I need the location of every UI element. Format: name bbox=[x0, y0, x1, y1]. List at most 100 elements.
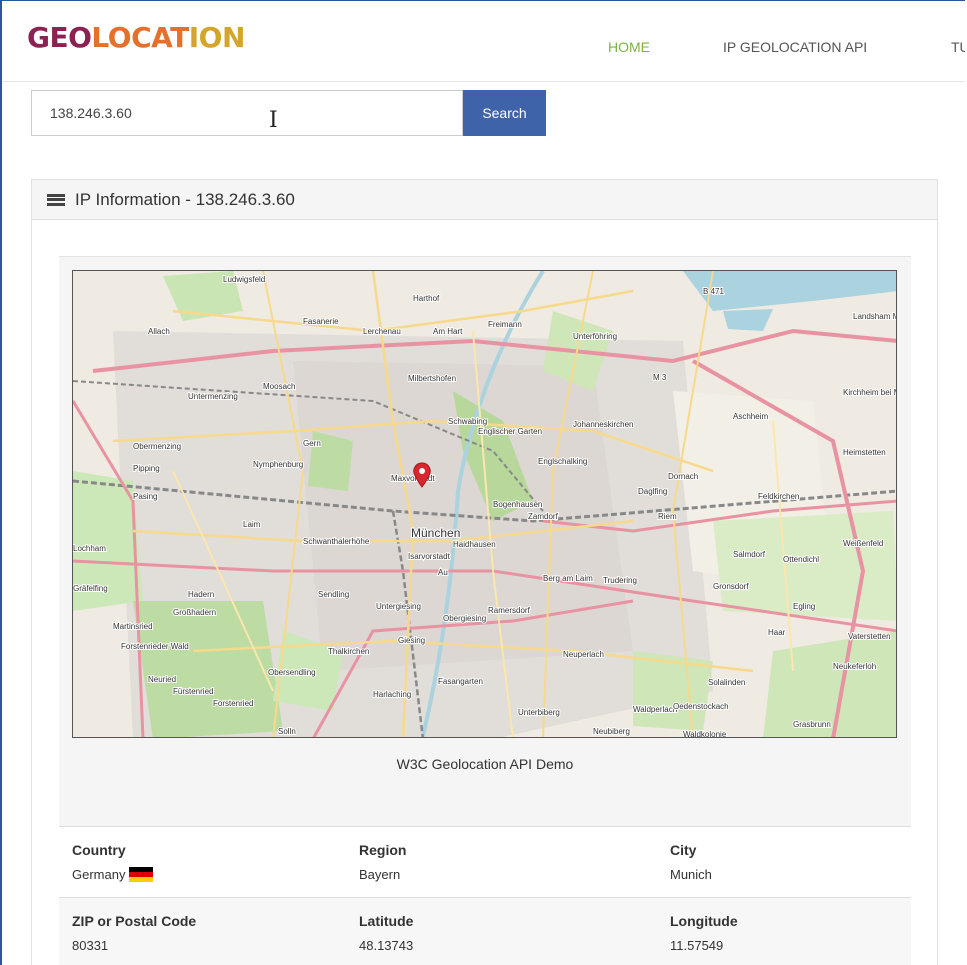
map-place-label: Fasangarten bbox=[438, 677, 483, 686]
map-place-label: Obersendling bbox=[268, 668, 316, 677]
browser-viewport: GEOLOCATION HOME IP GEOLOCATION API TU 1… bbox=[0, 0, 965, 965]
info-row-coordinates: ZIP or Postal Code 80331 Latitude 48.137… bbox=[59, 897, 911, 965]
location-map[interactable]: Ludwigsfeld Harthof Fasanerie Lerchenau Am H… bbox=[72, 270, 897, 738]
country-cell: Country Germany bbox=[72, 842, 154, 882]
map-place-label: Solalinden bbox=[708, 678, 745, 687]
map-place-label: Feldkirchen bbox=[758, 492, 799, 501]
map-place-label: Thalkirchen bbox=[328, 647, 369, 656]
map-place-label: Schwanthalerhöhe bbox=[303, 537, 370, 546]
nav-ip-geolocation-api[interactable]: IP GEOLOCATION API bbox=[723, 39, 867, 55]
map-place-label: Lerchenau bbox=[363, 327, 401, 336]
map-canvas[interactable]: Ludwigsfeld Harthof Fasanerie Lerchenau Am H… bbox=[73, 271, 897, 738]
map-place-label: Pipping bbox=[133, 464, 160, 473]
map-place-label: Harthof bbox=[413, 294, 440, 303]
map-place-label: Haar bbox=[768, 628, 786, 637]
map-place-label: Bogenhausen bbox=[493, 500, 542, 509]
map-place-label: Solln bbox=[278, 727, 296, 736]
map-place-label: Grasbrunn bbox=[793, 720, 831, 729]
map-place-label: Aschheim bbox=[733, 412, 768, 421]
map-place-label: Egling bbox=[793, 602, 815, 611]
map-place-label: Heimstetten bbox=[843, 448, 886, 457]
map-place-label: Obermenzing bbox=[133, 442, 181, 451]
city-cell: City Munich bbox=[670, 842, 712, 882]
nav-home[interactable]: HOME bbox=[608, 39, 650, 55]
latitude-cell: Latitude 48.13743 bbox=[359, 913, 414, 953]
ip-information-panel: IP Information - 138.246.3.60 Ludwigsfel… bbox=[31, 179, 938, 965]
map-place-label: Ramersdorf bbox=[488, 606, 531, 615]
ip-search-input[interactable]: 138.246.3.60 bbox=[31, 90, 463, 136]
map-place-label: Fürstenried bbox=[173, 687, 213, 696]
text-cursor-icon: I bbox=[269, 108, 278, 133]
map-place-label: Milbertshofen bbox=[408, 374, 456, 383]
map-place-label: Allach bbox=[148, 327, 170, 336]
map-place-label: Vaterstetten bbox=[848, 632, 891, 641]
map-place-label: Gronsdorf bbox=[713, 582, 749, 591]
ip-info-table: Country Germany Region Bayern City Munic… bbox=[59, 826, 911, 965]
region-cell: Region Bayern bbox=[359, 842, 407, 882]
map-place-label: Oedenstockach bbox=[673, 702, 729, 711]
map-place-label: Untergiesing bbox=[376, 602, 421, 611]
map-place-label: Nymphenburg bbox=[253, 460, 303, 469]
map-place-label: Unterföhring bbox=[573, 332, 617, 341]
map-place-label: Lochham bbox=[73, 544, 106, 553]
map-place-label: Trudering bbox=[603, 576, 637, 585]
map-place-label: Daglfing bbox=[638, 487, 667, 496]
site-header: GEOLOCATION HOME IP GEOLOCATION API TU bbox=[2, 1, 965, 82]
nav-tutorials[interactable]: TU bbox=[951, 39, 965, 55]
latitude-value: 48.13743 bbox=[359, 938, 414, 953]
map-place-label: Isarvorstadt bbox=[408, 552, 451, 561]
longitude-cell: Longitude 11.57549 bbox=[670, 913, 738, 953]
search-button[interactable]: Search bbox=[463, 90, 546, 136]
map-place-label: Salmdorf bbox=[733, 550, 766, 559]
map-place-label: Zamdorf bbox=[528, 512, 559, 521]
panel-header: IP Information - 138.246.3.60 bbox=[32, 180, 937, 220]
zip-value: 80331 bbox=[72, 938, 109, 953]
map-place-label: B 471 bbox=[703, 287, 724, 296]
map-place-label: Neukeferloh bbox=[833, 662, 876, 671]
map-place-label: Giesing bbox=[398, 636, 425, 645]
map-place-label: Ottendichl bbox=[783, 555, 819, 564]
region-value: Bayern bbox=[359, 867, 401, 882]
map-place-label: Martinsried bbox=[113, 622, 153, 631]
map-place-label: Neubiberg bbox=[593, 727, 630, 736]
map-place-label: Kirchheim bei München bbox=[843, 388, 897, 397]
map-place-label: Laim bbox=[243, 520, 261, 529]
map-place-label: Waldperlach bbox=[633, 705, 677, 714]
map-place-label: Waldkolonie bbox=[683, 730, 727, 738]
germany-flag-icon bbox=[129, 867, 154, 882]
map-place-label: Gräfelfing bbox=[73, 584, 108, 593]
map-place-label: Dornach bbox=[668, 472, 698, 481]
map-place-label: M 3 bbox=[653, 373, 667, 382]
map-place-label: Haidhausen bbox=[453, 540, 496, 549]
site-logo[interactable]: GEOLOCATION bbox=[27, 21, 245, 54]
map-card: Ludwigsfeld Harthof Fasanerie Lerchenau Am H… bbox=[59, 256, 911, 827]
map-place-label: Landsham Moos bbox=[853, 312, 897, 321]
panel-title: IP Information - 138.246.3.60 bbox=[75, 189, 295, 209]
map-place-label: Neuperlach bbox=[563, 650, 604, 659]
map-place-label: Gern bbox=[303, 439, 321, 448]
map-caption: W3C Geolocation API Demo bbox=[396, 756, 574, 772]
map-place-label: Neuried bbox=[148, 675, 176, 684]
map-place-label: Großhadern bbox=[173, 608, 216, 617]
map-place-label: Englischer Garten bbox=[478, 427, 542, 436]
map-place-label: Johanneskirchen bbox=[573, 420, 633, 429]
map-place-label: Schwabing bbox=[448, 417, 487, 426]
map-place-label: Englschalking bbox=[538, 457, 587, 466]
map-place-label: Harlaching bbox=[373, 690, 411, 699]
longitude-value: 11.57549 bbox=[670, 938, 724, 953]
map-place-label: Forstenried bbox=[213, 699, 253, 708]
country-value: Germany bbox=[72, 867, 126, 882]
map-place-label: Berg am Laim bbox=[543, 574, 593, 583]
map-place-label: München bbox=[411, 526, 460, 540]
zip-cell: ZIP or Postal Code 80331 bbox=[72, 913, 197, 953]
map-place-label: Ludwigsfeld bbox=[223, 275, 265, 284]
map-place-label: Untermenzing bbox=[188, 392, 238, 401]
map-place-label: Freimann bbox=[488, 320, 522, 329]
map-place-label: Am Hart bbox=[433, 327, 463, 336]
map-place-label: Unterbiberg bbox=[518, 708, 560, 717]
map-place-label: Moosach bbox=[263, 382, 295, 391]
map-place-label: Riem bbox=[658, 512, 677, 521]
map-place-label: Sendling bbox=[318, 590, 349, 599]
info-row-location: Country Germany Region Bayern City Munic… bbox=[59, 826, 911, 897]
server-icon bbox=[47, 193, 65, 206]
